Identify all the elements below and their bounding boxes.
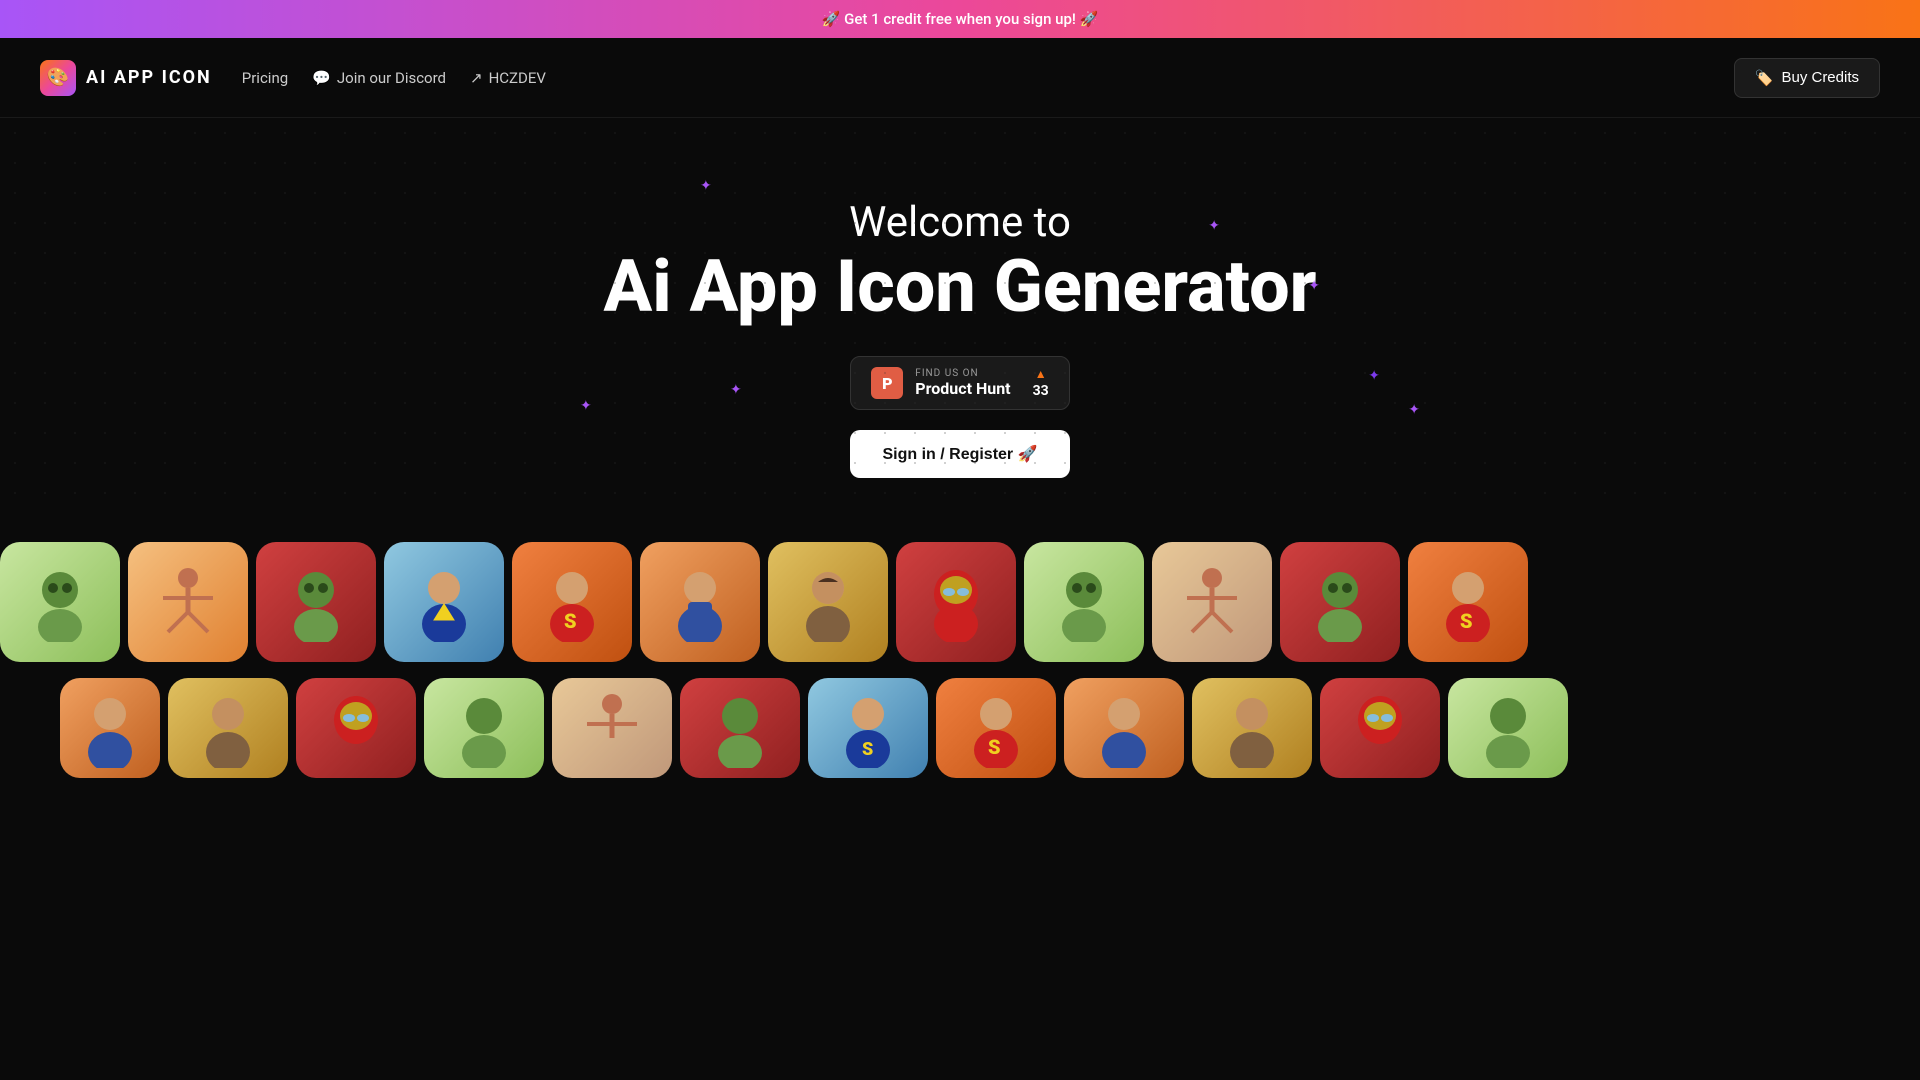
discord-label: Join our Discord — [337, 69, 446, 87]
promo-text: 🚀 Get 1 credit free when you sign up! 🚀 — [822, 10, 1099, 28]
hczdev-icon: ↗ — [470, 69, 483, 87]
hero-section: ✦ ✦ ✦ ✦ ✦ ✦ ✦ Welcome to Ai App Icon Gen… — [0, 118, 1920, 518]
buy-credits-button[interactable]: 🏷️ Buy Credits — [1734, 58, 1880, 98]
promo-banner: 🚀 Get 1 credit free when you sign up! 🚀 — [0, 0, 1920, 38]
icon-image — [1177, 562, 1247, 642]
icon-image — [444, 688, 524, 768]
product-hunt-count: ▲ 33 — [1033, 367, 1049, 399]
star-decoration-4: ✦ — [730, 382, 742, 398]
svg-text:S: S — [862, 739, 873, 760]
icon-card: S — [808, 678, 928, 778]
icon-row-2: S S — [60, 674, 1568, 782]
svg-text:S: S — [564, 609, 577, 633]
icon-image — [1212, 688, 1292, 768]
product-hunt-text: FIND US ON Product Hunt — [915, 368, 1010, 398]
icon-card — [552, 678, 672, 778]
icon-card — [424, 678, 544, 778]
icon-card — [1152, 542, 1272, 662]
icon-card: S — [1408, 542, 1528, 662]
icon-image — [316, 688, 396, 768]
icon-image: S — [828, 688, 908, 768]
star-decoration-3: ✦ — [1308, 278, 1320, 294]
icon-card — [896, 542, 1016, 662]
icon-image — [1044, 562, 1124, 642]
hczdev-label: HCZDEV — [489, 69, 546, 87]
product-hunt-name: Product Hunt — [915, 379, 1010, 398]
icon-card — [1064, 678, 1184, 778]
icon-row-1: S S — [0, 538, 1528, 666]
icon-image: S — [532, 562, 612, 642]
icon-card — [1448, 678, 1568, 778]
icon-image: S — [956, 688, 1036, 768]
product-hunt-logo: P — [871, 367, 903, 399]
svg-text:S: S — [988, 735, 1001, 759]
pricing-label: Pricing — [242, 69, 288, 87]
icon-image — [20, 562, 100, 642]
nav-links: Pricing 💬 Join our Discord ↗ HCZDEV — [242, 69, 1734, 87]
logo-text: AI APP ICON — [86, 67, 212, 88]
icon-image — [788, 562, 868, 642]
hero-subtitle: Welcome to — [849, 198, 1071, 247]
logo-area[interactable]: 🎨 AI APP ICON — [40, 60, 212, 96]
icon-card — [1192, 678, 1312, 778]
icon-card: S — [384, 542, 504, 662]
svg-text:S: S — [1460, 609, 1473, 633]
icon-card — [1320, 678, 1440, 778]
icon-card — [256, 542, 376, 662]
icon-image: S — [1428, 562, 1508, 642]
icon-image — [1468, 688, 1548, 768]
icon-image — [153, 562, 223, 642]
signin-button[interactable]: Sign in / Register 🚀 — [850, 430, 1069, 478]
product-hunt-arrow-icon: ▲ — [1035, 367, 1047, 381]
icon-image — [70, 688, 150, 768]
icon-image — [188, 688, 268, 768]
icons-section: S S — [0, 518, 1920, 802]
icon-image — [1084, 688, 1164, 768]
buy-credits-label: Buy Credits — [1781, 69, 1859, 86]
icon-image — [577, 688, 647, 768]
navbar: 🎨 AI APP ICON Pricing 💬 Join our Discord… — [0, 38, 1920, 118]
svg-text:S: S — [438, 608, 446, 622]
icon-image — [1300, 562, 1380, 642]
icon-card — [1280, 542, 1400, 662]
icon-image — [1340, 688, 1420, 768]
icon-card: S — [512, 542, 632, 662]
star-decoration-2: ✦ — [1208, 218, 1220, 234]
icon-image: S — [404, 562, 484, 642]
icon-card: S — [936, 678, 1056, 778]
signin-label: Sign in / Register 🚀 — [882, 446, 1037, 463]
star-decoration-5: ✦ — [1408, 402, 1420, 418]
icon-card — [768, 542, 888, 662]
icon-card — [1024, 542, 1144, 662]
icon-card — [680, 678, 800, 778]
icon-image — [916, 562, 996, 642]
icon-card — [296, 678, 416, 778]
icon-image — [276, 562, 356, 642]
buy-credits-icon: 🏷️ — [1755, 69, 1774, 87]
logo-icon: 🎨 — [40, 60, 76, 96]
icon-card — [640, 542, 760, 662]
icon-card — [0, 542, 120, 662]
icon-image — [700, 688, 780, 768]
icon-card — [60, 678, 160, 778]
product-hunt-badge[interactable]: P FIND US ON Product Hunt ▲ 33 — [850, 356, 1069, 410]
hero-title: Ai App Icon Generator — [604, 247, 1317, 326]
icon-card — [128, 542, 248, 662]
discord-icon: 💬 — [312, 69, 331, 87]
nav-hczdev[interactable]: ↗ HCZDEV — [470, 69, 546, 87]
icon-card — [168, 678, 288, 778]
product-hunt-find-label: FIND US ON — [915, 368, 978, 379]
nav-discord[interactable]: 💬 Join our Discord — [312, 69, 446, 87]
star-decoration-1: ✦ — [700, 178, 712, 194]
icon-image — [660, 562, 740, 642]
nav-pricing[interactable]: Pricing — [242, 69, 288, 87]
product-hunt-number: 33 — [1033, 383, 1049, 399]
star-decoration-7: ✦ — [1368, 368, 1380, 384]
star-decoration-6: ✦ — [580, 398, 592, 414]
